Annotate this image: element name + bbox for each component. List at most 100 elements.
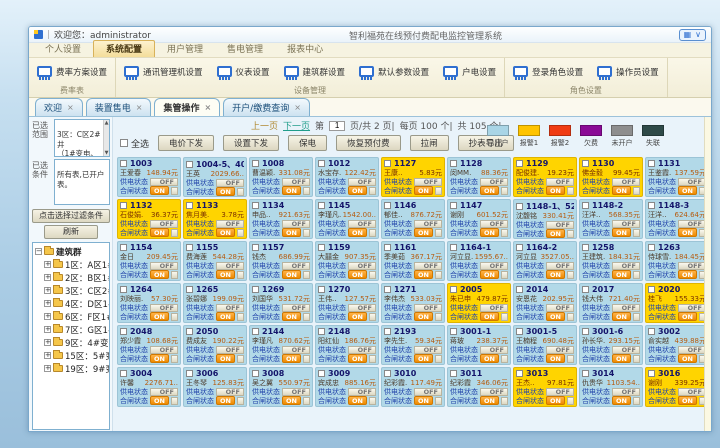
tree-item[interactable]: +9区：4#变电井（4#变 xyxy=(35,336,109,349)
meter-card[interactable]: 1147谢刚601.52元供电状态OFF合闸状态ON xyxy=(447,199,511,239)
menu-tab[interactable]: 个人设置 xyxy=(33,41,93,57)
ribbon-button[interactable]: 建筑群设置 xyxy=(282,65,348,79)
meter-card[interactable]: 1127王康..5.83元供电状态OFF合闸状态ON xyxy=(381,157,445,197)
card-checkbox[interactable] xyxy=(252,160,259,167)
card-checkbox[interactable] xyxy=(582,328,589,335)
meter-card[interactable]: 2017钱大伟721.40元供电状态OFF合闸状态ON xyxy=(579,283,643,323)
meter-card[interactable]: 1264刘映丽.57.30元供电状态OFF合闸状态ON xyxy=(117,283,181,323)
meter-card[interactable]: 1131王鉴霞.137.59元供电状态OFF合闸状态ON xyxy=(645,157,709,197)
choose-filter-button[interactable]: 点击选择过滤条件 xyxy=(32,209,110,223)
card-checkbox[interactable] xyxy=(450,160,457,167)
meter-card[interactable]: 3011纪彩霞346.06元供电状态OFF合闸状态ON xyxy=(447,367,511,407)
expand-icon[interactable]: + xyxy=(44,326,51,333)
card-checkbox[interactable] xyxy=(648,286,655,293)
meter-card[interactable]: 3009宾成忠885.16元供电状态OFF合闸状态ON xyxy=(315,367,379,407)
document-tab[interactable]: 装置售电× xyxy=(86,98,152,116)
card-checkbox[interactable] xyxy=(252,286,259,293)
toolbar-button[interactable]: 恢复预付费 xyxy=(336,135,401,151)
tree-item[interactable]: +7区：G区1#井 xyxy=(35,323,109,336)
card-checkbox[interactable] xyxy=(186,328,193,335)
expand-icon[interactable]: + xyxy=(44,300,51,307)
meter-card[interactable]: 1265张碧娜199.09元供电状态OFF合闸状态ON xyxy=(183,283,247,323)
card-checkbox[interactable] xyxy=(252,244,259,251)
card-checkbox[interactable] xyxy=(252,202,259,209)
card-checkbox[interactable] xyxy=(318,370,325,377)
toolbar-button[interactable]: 设置下发 xyxy=(223,135,279,151)
meter-card[interactable]: 3006王冬琴125.83元供电状态OFF合闸状态ON xyxy=(183,367,247,407)
meter-card[interactable]: 2144李瑾凡870.62元供电状态OFF合闸状态ON xyxy=(249,325,313,365)
tree-item[interactable]: +6区：F区1#井（F区1# xyxy=(35,310,109,323)
grid-view-icon[interactable]: ▦ xyxy=(684,30,692,39)
meter-card[interactable]: 1269刘国华531.72元供电状态OFF合闸状态ON xyxy=(249,283,313,323)
document-tab[interactable]: 欢迎× xyxy=(35,98,83,116)
card-checkbox[interactable] xyxy=(120,202,127,209)
meter-card[interactable]: 1146郁佳..876.72元供电状态OFF合闸状态ON xyxy=(381,199,445,239)
expand-icon[interactable]: + xyxy=(44,274,51,281)
meter-card[interactable]: 1263侍球雪.184.45元供电状态OFF合闸状态ON xyxy=(645,241,709,281)
meter-card[interactable]: 3001-6孙长华.293.15元供电状态OFF合闸状态ON xyxy=(579,325,643,365)
ribbon-button[interactable]: 仪表设置 xyxy=(215,65,272,79)
meter-card[interactable]: 1128闵MM.88.36元供电状态OFF合闸状态ON xyxy=(447,157,511,197)
card-checkbox[interactable] xyxy=(120,244,127,251)
selected-condition-box[interactable]: 所有表,已开户表。 xyxy=(54,159,110,205)
ribbon-button[interactable]: 默认参数设置 xyxy=(357,65,431,79)
card-checkbox[interactable] xyxy=(516,328,523,335)
card-checkbox[interactable] xyxy=(186,161,193,168)
meter-card[interactable]: 1134申品..921.63元供电状态OFF合闸状态ON xyxy=(249,199,313,239)
card-checkbox[interactable] xyxy=(318,286,325,293)
card-checkbox[interactable] xyxy=(582,244,589,251)
card-checkbox[interactable] xyxy=(648,370,655,377)
menu-tab[interactable]: 用户管理 xyxy=(155,41,215,57)
expand-icon[interactable]: + xyxy=(44,339,51,346)
card-checkbox[interactable] xyxy=(582,160,589,167)
scroll-down-icon[interactable]: ▼ xyxy=(105,150,109,156)
card-checkbox[interactable] xyxy=(516,203,523,210)
menu-tab[interactable]: 售电管理 xyxy=(215,41,275,57)
tree-item[interactable]: +19区：9#变电站（2#变 xyxy=(35,362,109,375)
selected-range-listbox[interactable]: 3区：C区2#井 （1#变电、2# 变电、/C1#… ▲▼ xyxy=(54,119,110,157)
meter-card[interactable]: 3002俞实越439.88元供电状态OFF合闸状态ON xyxy=(645,325,709,365)
title-controls[interactable]: ▦ ∨ xyxy=(679,29,706,41)
document-tab[interactable]: 集管操作× xyxy=(154,98,220,116)
ribbon-button[interactable]: 登录角色设置 xyxy=(511,65,585,79)
toolbar-button[interactable]: 拉闸 xyxy=(410,135,449,151)
meter-card[interactable]: 3013王杰..97.81元供电状态OFF合闸状态ON xyxy=(513,367,577,407)
prev-page-link[interactable]: 上一页 xyxy=(251,119,278,132)
card-checkbox[interactable] xyxy=(648,244,655,251)
meter-card[interactable]: 2005朱已申479.87元供电状态OFF合闸状态ON xyxy=(447,283,511,323)
meter-card[interactable]: 3008吴之翼550.97元供电状态OFF合闸状态ON xyxy=(249,367,313,407)
scroll-up-icon[interactable]: ▲ xyxy=(105,120,109,126)
meter-card[interactable]: 1012水宝存.122.42元供电状态OFF合闸状态ON xyxy=(315,157,379,197)
meter-card[interactable]: 1003王爱春148.94元供电状态OFF合闸状态ON xyxy=(117,157,181,197)
card-checkbox[interactable] xyxy=(252,370,259,377)
card-checkbox[interactable] xyxy=(450,244,457,251)
meter-card[interactable]: 2020桂飞155.33元供电状态OFF合闸状态ON xyxy=(645,283,709,323)
meter-card[interactable]: 3010纪彩霞.117.49元供电状态OFF合闸状态ON xyxy=(381,367,445,407)
collapse-icon[interactable]: − xyxy=(35,248,42,255)
card-checkbox[interactable] xyxy=(648,202,655,209)
card-checkbox[interactable] xyxy=(186,244,193,251)
card-checkbox[interactable] xyxy=(384,286,391,293)
meter-card[interactable]: 2014安恩花202.95元供电状态OFF合闸状态ON xyxy=(513,283,577,323)
card-checkbox[interactable] xyxy=(186,286,193,293)
meter-card[interactable]: 1129配俊建.19.23元供电状态OFF合闸状态ON xyxy=(513,157,577,197)
expand-icon[interactable]: + xyxy=(44,352,51,359)
meter-card[interactable]: 1161季美茹367.17元供电状态OFF合闸状态ON xyxy=(381,241,445,281)
meter-card[interactable]: 1148-2汪洋..568.35元供电状态OFF合闸状态ON xyxy=(579,199,643,239)
close-tab-icon[interactable]: × xyxy=(204,103,211,112)
card-checkbox[interactable] xyxy=(384,244,391,251)
expand-icon[interactable]: + xyxy=(44,365,51,372)
card-checkbox[interactable] xyxy=(120,370,127,377)
card-checkbox[interactable] xyxy=(120,328,127,335)
tree-item[interactable]: +1区：A区1#井 xyxy=(35,258,109,271)
meter-card[interactable]: 2048郑少霞108.68元供电状态OFF合闸状态ON xyxy=(117,325,181,365)
meter-card[interactable]: 1270王伟..127.57元供电状态OFF合闸状态ON xyxy=(315,283,379,323)
card-checkbox[interactable] xyxy=(186,370,193,377)
tree-item[interactable]: +3区：C区2#井（1#变 xyxy=(35,284,109,297)
meter-card[interactable]: 1148-1、522沈馥铭330.41元供电状态OFF合闸状态ON xyxy=(513,199,577,239)
card-checkbox[interactable] xyxy=(516,286,523,293)
meter-card[interactable]: 1148-3汪洋..624.64元供电状态OFF合闸状态ON xyxy=(645,199,709,239)
expand-icon[interactable]: + xyxy=(44,261,51,268)
document-tab[interactable]: 开户/缴费查询× xyxy=(223,98,310,116)
card-checkbox[interactable] xyxy=(450,328,457,335)
